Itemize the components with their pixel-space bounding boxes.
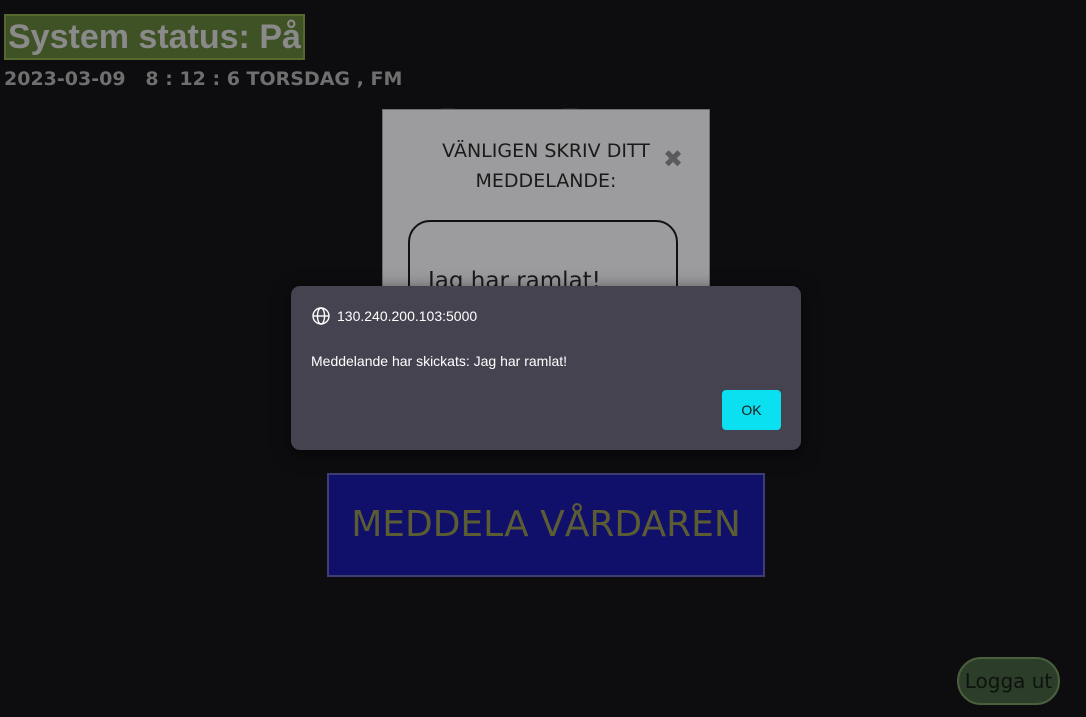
ok-button[interactable]: OK [722, 390, 781, 430]
message-input[interactable]: Jag har ramlat! [408, 220, 678, 290]
alert-dialog: 130.240.200.103:5000 Meddelande har skic… [291, 286, 801, 450]
notify-caregiver-button[interactable]: MEDDELA VÅRDAREN [327, 473, 765, 577]
modal-title: VÄNLIGEN SKRIV DITT MEDDELANDE: [442, 140, 650, 192]
page: System status: På 2023-03-09 8 : 12 : 6 … [0, 0, 1086, 717]
message-modal: VÄNLIGEN SKRIV DITT MEDDELANDE: ✖ Jag ha… [382, 109, 710, 291]
alert-message: Meddelande har skickats: Jag har ramlat! [311, 353, 568, 369]
alert-origin-text: 130.240.200.103:5000 [337, 308, 478, 324]
close-icon[interactable]: ✖ [662, 147, 684, 171]
datetime-display: 2023-03-09 8 : 12 : 6 TORSDAG , FM [4, 68, 403, 90]
logout-button[interactable]: Logga ut [957, 657, 1060, 705]
globe-icon [312, 307, 330, 325]
system-status-label: System status: På [4, 14, 305, 60]
alert-origin: 130.240.200.103:5000 [311, 306, 477, 326]
